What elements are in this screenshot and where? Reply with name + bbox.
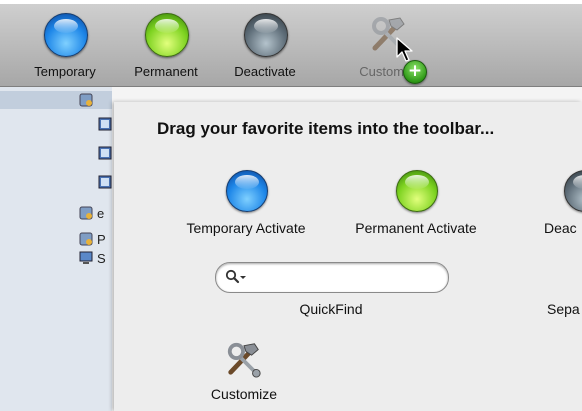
toolbar-permanent-label: Permanent [134,64,198,79]
palette-permanent-activate[interactable]: Permanent Activate [336,166,496,238]
palette-temporary-activate[interactable]: Temporary Activate [166,166,326,238]
gray-orb-icon [244,13,288,57]
sidebar-item-label: e [97,206,105,221]
sidebar-group-icon [79,93,93,107]
sidebar: e P S [0,87,112,411]
add-plus-badge-icon: + [403,60,427,84]
mouse-pointer-icon [396,37,413,62]
toolbar-deactivate-label: Deactivate [234,64,296,79]
palette-customize[interactable]: Customize [194,340,294,406]
sidebar-group-icon [79,232,93,246]
sidebar-location-icon [98,175,112,189]
blue-orb-icon [44,13,88,57]
palette-item-label: QuickFind [299,301,363,317]
search-icon [225,269,246,284]
tools-icon [227,342,261,378]
monitor-icon [79,251,93,264]
palette-item-label: Customize [210,386,278,402]
sidebar-selected-row[interactable] [0,91,112,109]
green-orb-icon [396,170,438,212]
palette-separator[interactable]: Sepa [547,301,582,321]
sidebar-item-label: P [97,232,106,247]
sidebar-item-label: S [97,251,106,266]
sidebar-group-icon [79,206,93,220]
quickfind-search-field[interactable] [215,262,449,293]
toolbar-deactivate-button[interactable]: Deactivate [219,4,311,86]
palette-item-label: Permanent Activate [355,220,477,236]
toolbar-permanent-button[interactable]: Permanent [120,4,212,86]
sidebar-location-icon [98,146,112,160]
sidebar-location-icon [98,117,112,131]
green-orb-icon [145,13,189,57]
palette-item-label: Temporary Activate [186,220,306,236]
gray-orb-icon [564,170,582,212]
toolbar-temporary-button[interactable]: Temporary [19,4,111,86]
palette-deactivate[interactable]: Deac [544,166,582,238]
sheet-title: Drag your favorite items into the toolba… [157,119,495,138]
palette-quickfind[interactable]: QuickFind [215,301,447,321]
toolbar: Temporary Permanent Deactivate Customize [0,4,582,87]
toolbar-temporary-label: Temporary [34,64,96,79]
blue-orb-icon [226,170,268,212]
palette-item-label: Deac [544,220,577,236]
palette-item-label: Sepa [547,301,580,317]
customize-toolbar-sheet: Drag your favorite items into the toolba… [114,102,582,411]
